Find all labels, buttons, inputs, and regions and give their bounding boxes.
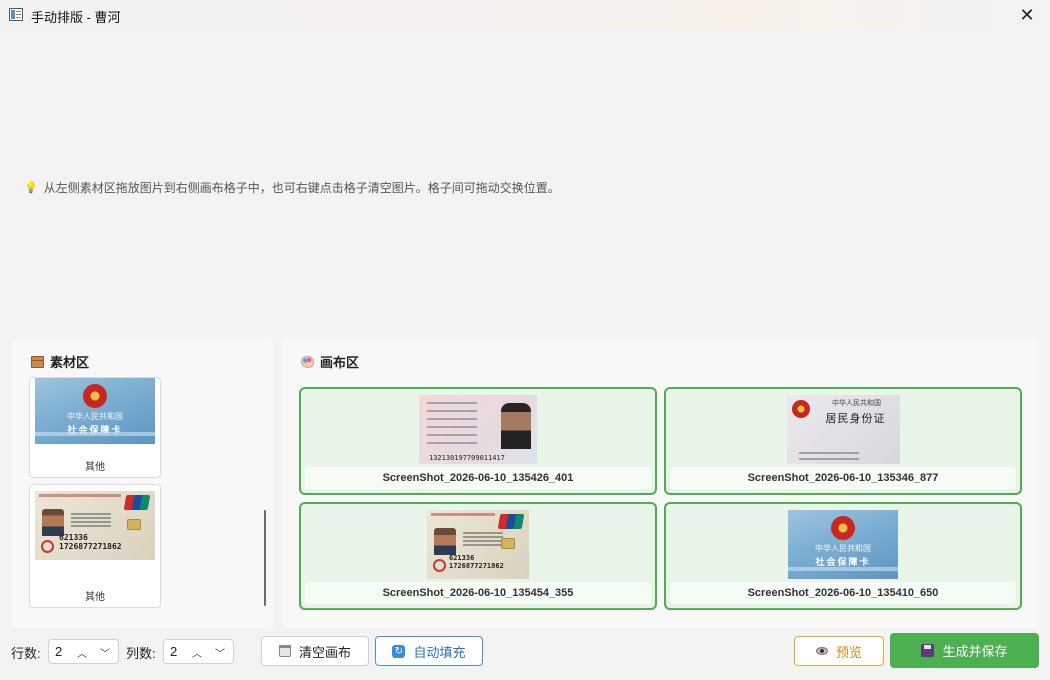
canvas-cell[interactable]: 132130197709011417 ScreenShot_2026-06-10… [299, 387, 657, 495]
window-title: 手动排版 - 曹河 [31, 10, 121, 25]
card-number: 621336 1726877271862 [449, 554, 504, 570]
cell-label: ScreenShot_2026-06-10_135410_650 [670, 582, 1016, 604]
cell-image: 132130197709011417 [419, 395, 537, 464]
material-title-label: 素材区 [50, 355, 90, 370]
palette-icon [301, 355, 314, 368]
emblem-icon [831, 516, 855, 540]
emblem-icon [83, 384, 107, 408]
chip-icon [501, 538, 515, 549]
trash-icon [278, 645, 291, 657]
card-text: 中华人民共和国 [67, 412, 123, 421]
emblem-icon [792, 400, 810, 418]
material-item[interactable]: 621336 1726877271862 其他 [29, 484, 161, 608]
chevron-up-icon[interactable]: ︿ [73, 642, 91, 662]
canvas-title-label: 画布区 [320, 355, 360, 370]
cell-label: ScreenShot_2026-06-10_135346_877 [670, 467, 1016, 489]
canvas-cell[interactable]: 中华人民共和国 居民身份证 ScreenShot_2026-06-10_1353… [664, 387, 1022, 495]
app-icon [9, 8, 23, 21]
material-thumbnail: 621336 1726877271862 [35, 491, 155, 560]
auto-fill-label: 自动填充 [413, 644, 466, 660]
save-disk-icon [921, 644, 935, 657]
chip-icon [127, 519, 141, 530]
material-caption: 其他 [85, 462, 105, 473]
canvas-panel-title: 画布区 [301, 352, 359, 371]
lightbulb-icon: 💡 [24, 182, 38, 194]
cols-value[interactable]: 2 [170, 644, 177, 659]
portrait [501, 403, 531, 449]
chevron-up-icon[interactable]: ︿ [188, 642, 206, 662]
clear-canvas-label: 清空画布 [298, 644, 351, 660]
cols-spinbox[interactable]: 2 ︿ ﹀ [163, 639, 234, 664]
cell-label: ScreenShot_2026-06-10_135426_401 [305, 467, 651, 489]
cell-label: ScreenShot_2026-06-10_135454_355 [305, 582, 651, 604]
card-text: 居民身份证 [825, 412, 886, 425]
canvas-cell[interactable]: 中华人民共和国 社会保障卡 ScreenShot_2026-06-10_1354… [664, 502, 1022, 610]
refresh-icon: ↻ [392, 644, 406, 658]
hint-text: 从左侧素材区拖放图片到右侧画布格子中，也可右键点击格子清空图片。格子间可拖动交换… [43, 181, 560, 195]
box-icon [31, 355, 44, 368]
canvas-cell[interactable]: 621336 1726877271862 ScreenShot_2026-06-… [299, 502, 657, 610]
chevron-down-icon[interactable]: ﹀ [211, 642, 229, 662]
cols-label: 列数: [126, 646, 156, 661]
cell-image: 中华人民共和国 社会保障卡 [788, 510, 898, 579]
card-text: 中华人民共和国 [815, 544, 871, 553]
preview-button[interactable]: 预览 [794, 636, 884, 666]
unionpay-logo [497, 514, 525, 529]
rows-spinbox[interactable]: 2 ︿ ﹀ [48, 639, 119, 664]
generate-save-label: 生成并保存 [942, 644, 1008, 659]
cell-image: 621336 1726877271862 [427, 510, 529, 579]
eye-icon [815, 647, 828, 655]
material-scrollbar[interactable] [264, 510, 266, 606]
card-number: 132130197709011417 [429, 454, 505, 462]
chevron-down-icon[interactable]: ﹀ [96, 642, 114, 662]
unionpay-logo [123, 495, 151, 510]
card-number: 621336 1726877271862 [59, 533, 122, 551]
hint-text-row: 💡 从左侧素材区拖放图片到右侧画布格子中，也可右键点击格子清空图片。格子间可拖动… [24, 179, 560, 196]
generate-save-button[interactable]: 生成并保存 [890, 633, 1039, 668]
material-panel-title: 素材区 [31, 352, 89, 371]
close-button[interactable]: ✕ [1004, 0, 1050, 30]
card-text: 中华人民共和国 [832, 399, 881, 407]
auto-fill-button[interactable]: ↻ 自动填充 [375, 636, 483, 666]
clear-canvas-button[interactable]: 清空画布 [261, 636, 369, 666]
material-thumbnail: 中华人民共和国 社会保障卡 [35, 378, 155, 444]
rows-label: 行数: [11, 646, 41, 661]
preview-label: 预览 [835, 644, 862, 660]
rows-value[interactable]: 2 [55, 644, 62, 659]
title-bar: 手动排版 - 曹河 ✕ [0, 0, 1050, 30]
material-caption: 其他 [85, 592, 105, 603]
cell-image: 中华人民共和国 居民身份证 [787, 395, 900, 464]
material-item[interactable]: 中华人民共和国 社会保障卡 其他 [29, 377, 161, 478]
